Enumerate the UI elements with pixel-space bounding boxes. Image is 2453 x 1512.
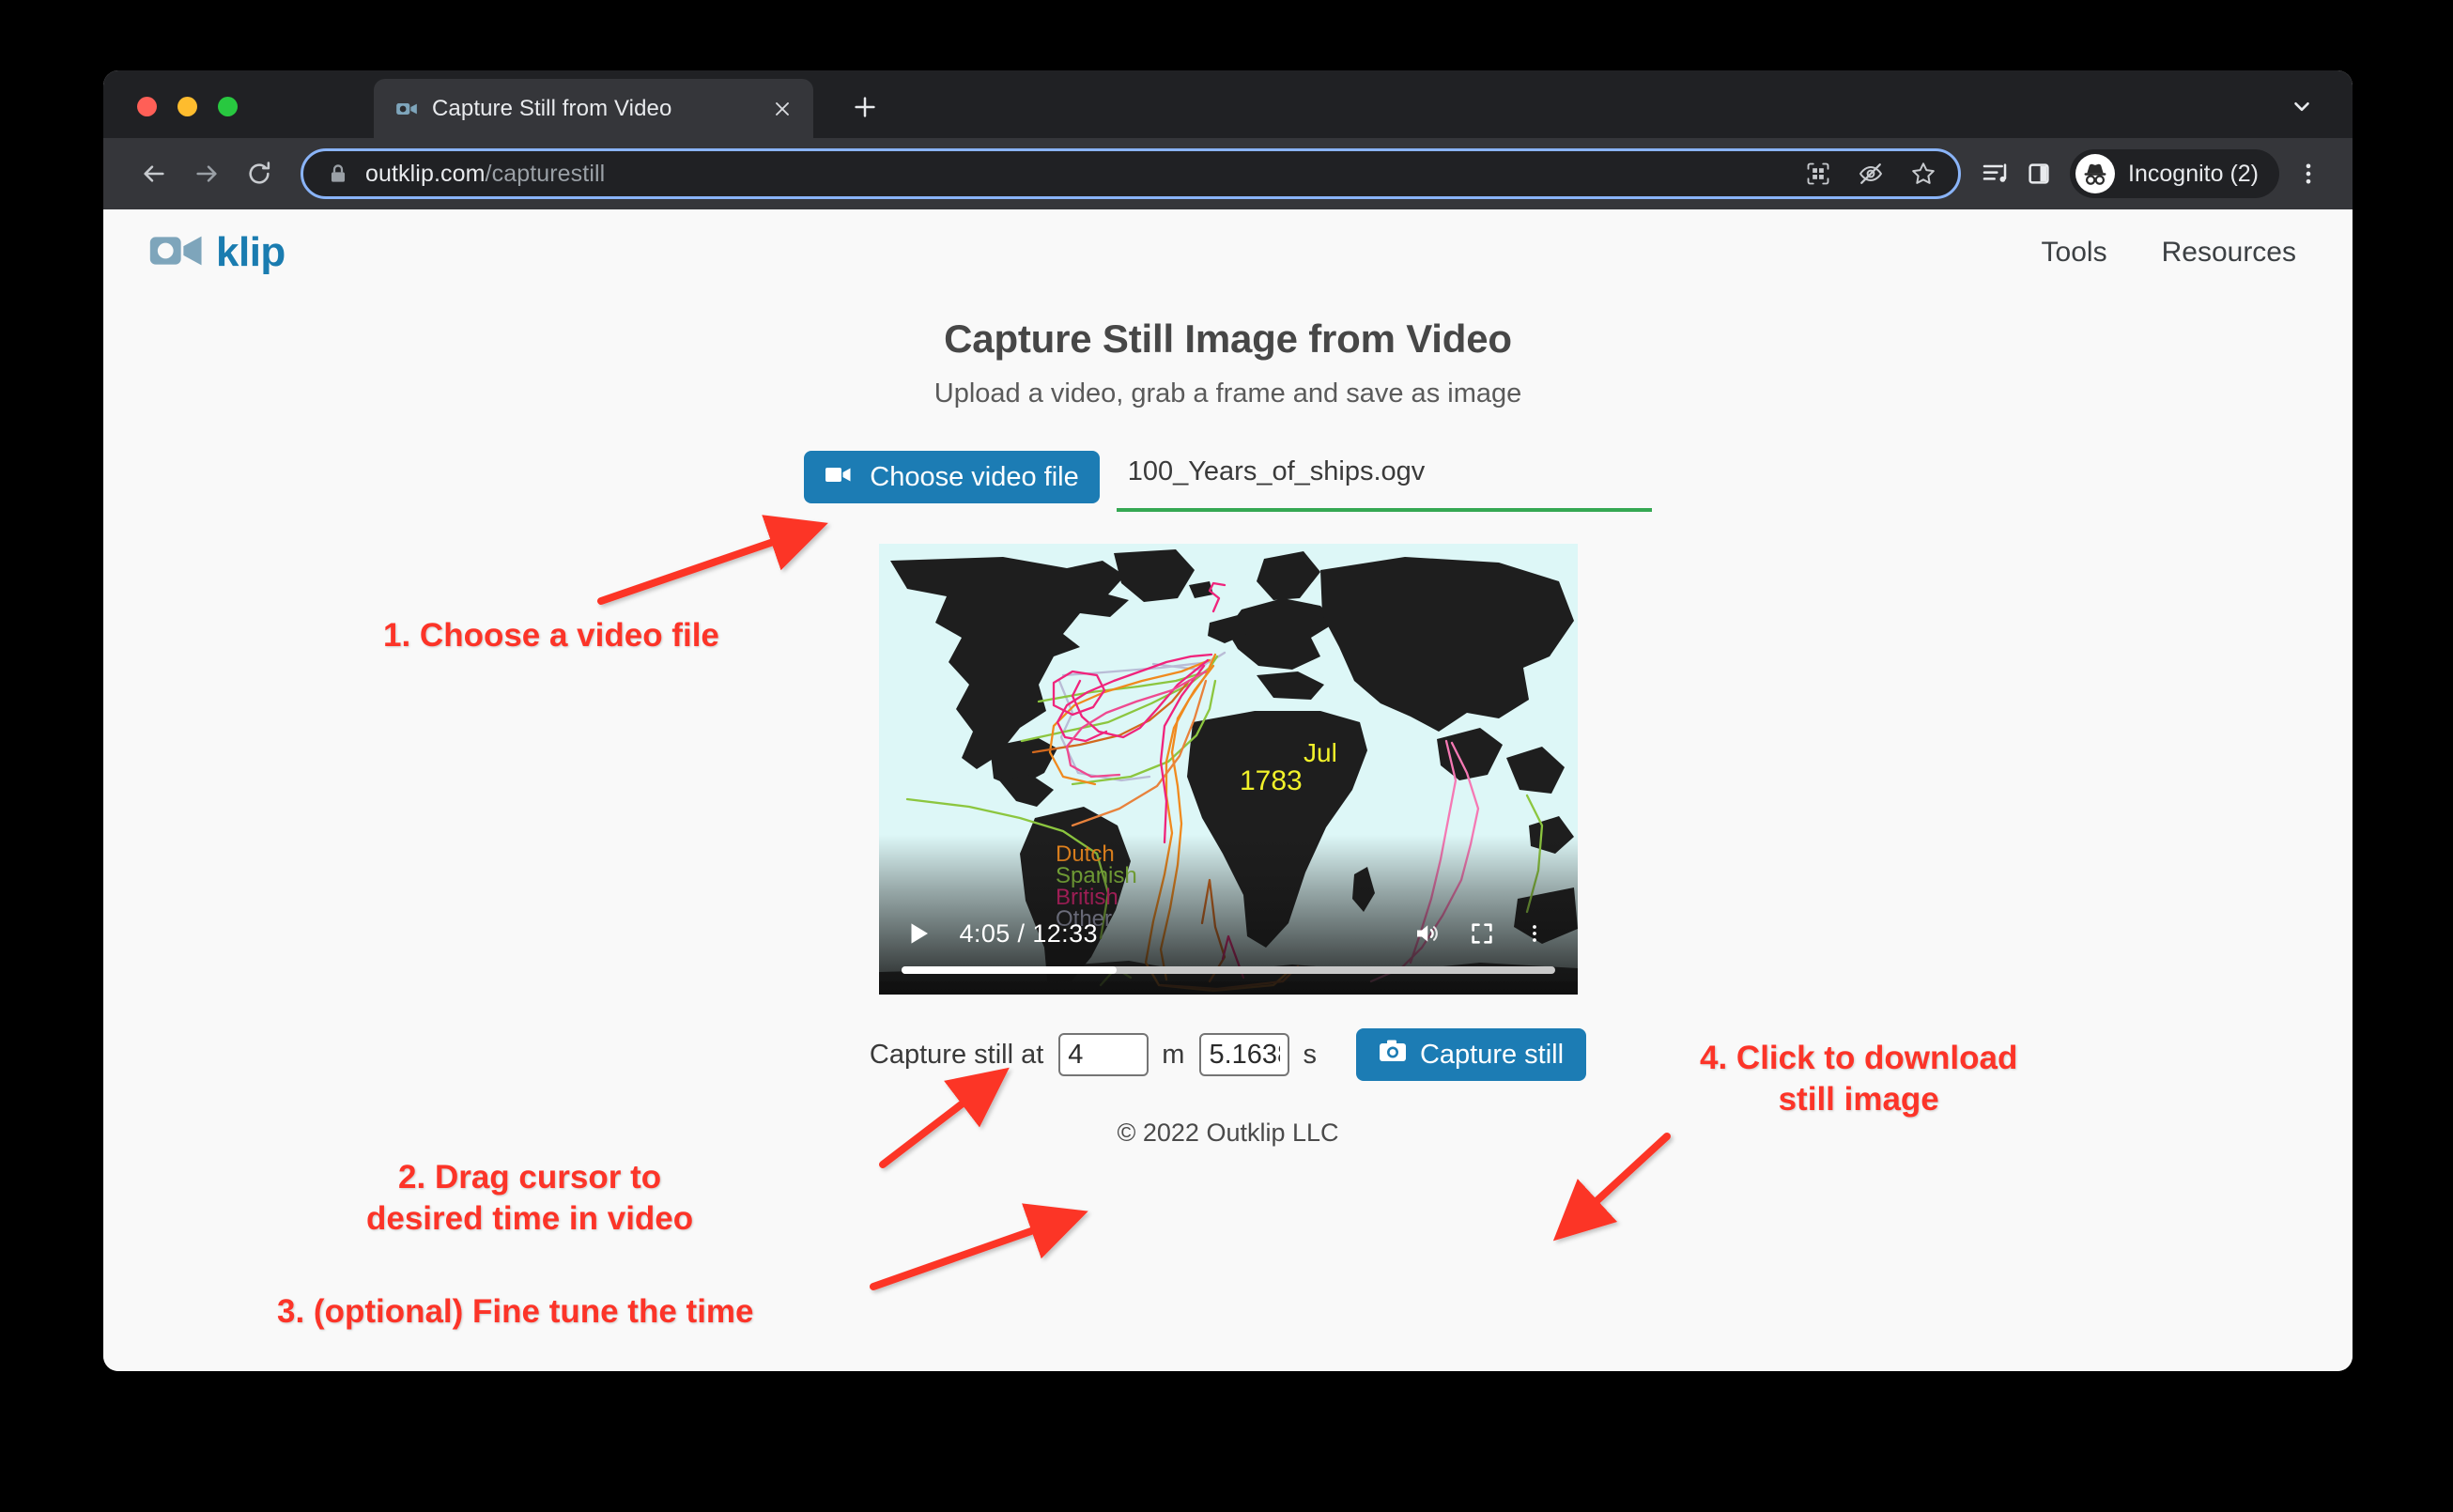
capture-still-button[interactable]: Capture still bbox=[1356, 1028, 1586, 1081]
url-path: /capturestill bbox=[486, 161, 606, 187]
window-traffic-lights bbox=[137, 97, 238, 116]
capture-still-label: Capture still at bbox=[870, 1040, 1043, 1071]
site-nav: Tools Resources bbox=[2042, 237, 2296, 269]
selected-file: 100_Years_of_ships.ogv bbox=[1117, 451, 1652, 519]
tab-title: Capture Still from Video bbox=[432, 96, 755, 122]
play-icon[interactable] bbox=[902, 917, 935, 950]
minimize-window-button[interactable] bbox=[177, 97, 197, 116]
eye-slash-icon[interactable] bbox=[1855, 158, 1887, 190]
screenshot-root: Capture Still from Video bbox=[0, 0, 2453, 1512]
file-picker-row: Choose video file 100_Years_of_ships.ogv bbox=[103, 451, 2353, 519]
close-window-button[interactable] bbox=[137, 97, 157, 116]
choose-video-file-label: Choose video file bbox=[870, 462, 1078, 493]
lock-icon bbox=[326, 162, 350, 186]
page-subtitle: Upload a video, grab a frame and save as… bbox=[103, 378, 2353, 409]
video-year-label: 1783 bbox=[1240, 765, 1303, 796]
volume-on-icon[interactable] bbox=[1412, 919, 1441, 948]
video-progress-fill bbox=[902, 966, 1118, 974]
annotation-step-2: 2. Drag cursor to desired time in video bbox=[366, 1157, 693, 1240]
video-controls: 4:05 / 12:33 bbox=[879, 908, 1578, 959]
annotation-step-1: 1. Choose a video file bbox=[383, 615, 719, 656]
video-camera-icon bbox=[148, 229, 207, 277]
incognito-hat-icon bbox=[2075, 154, 2115, 193]
media-list-icon[interactable] bbox=[1974, 152, 2017, 195]
qr-code-icon[interactable] bbox=[1802, 158, 1834, 190]
page-title: Capture Still Image from Video bbox=[103, 316, 2353, 362]
fullscreen-icon[interactable] bbox=[1469, 920, 1495, 947]
minutes-unit-label: m bbox=[1162, 1040, 1184, 1071]
choose-video-file-button[interactable]: Choose video file bbox=[804, 451, 1099, 503]
profile-chip[interactable]: Incognito (2) bbox=[2070, 149, 2279, 198]
annotation-step-4: 4. Click to download still image bbox=[1700, 1038, 2017, 1120]
file-underline bbox=[1117, 508, 1652, 512]
browser-tab[interactable]: Capture Still from Video bbox=[374, 79, 813, 138]
maximize-window-button[interactable] bbox=[218, 97, 238, 116]
url-domain: outklip.com bbox=[365, 161, 486, 187]
video-controls-right bbox=[1412, 919, 1546, 948]
seconds-unit-label: s bbox=[1303, 1040, 1317, 1071]
chevron-down-icon[interactable] bbox=[2283, 87, 2321, 125]
side-panel-icon[interactable] bbox=[2017, 152, 2060, 195]
three-dots-vertical-icon[interactable] bbox=[2287, 152, 2330, 195]
forward-button[interactable] bbox=[180, 147, 233, 200]
capture-minutes-input[interactable] bbox=[1058, 1033, 1149, 1076]
footer-copyright: © 2022 Outklip LLC bbox=[103, 1119, 2353, 1148]
site-logo[interactable]: klip bbox=[148, 229, 285, 277]
selected-filename: 100_Years_of_ships.ogv bbox=[1117, 451, 1652, 508]
video-time-display: 4:05 / 12:33 bbox=[960, 919, 1098, 949]
tab-strip: Capture Still from Video bbox=[103, 70, 2353, 138]
star-icon[interactable] bbox=[1907, 158, 1939, 190]
profile-label: Incognito (2) bbox=[2128, 161, 2259, 188]
omnibox-icons bbox=[1802, 158, 1939, 190]
three-dots-vertical-icon[interactable] bbox=[1523, 922, 1546, 945]
nav-link-tools[interactable]: Tools bbox=[2042, 237, 2107, 269]
video-camera-icon bbox=[394, 97, 419, 121]
logo-text: klip bbox=[216, 229, 285, 276]
video-progress-bar[interactable] bbox=[902, 966, 1555, 974]
address-bar[interactable]: outklip.com/capturestill bbox=[301, 148, 1961, 199]
video-player[interactable]: 1783 Jul Dutch Spanish British Other 4:0… bbox=[879, 544, 1578, 995]
url-text: outklip.com/capturestill bbox=[365, 161, 1787, 188]
close-icon[interactable] bbox=[768, 95, 796, 123]
camera-icon bbox=[1379, 1039, 1407, 1071]
reload-button[interactable] bbox=[233, 147, 285, 200]
browser-toolbar: outklip.com/capturestill bbox=[103, 138, 2353, 209]
capture-seconds-input[interactable] bbox=[1199, 1033, 1289, 1076]
nav-link-resources[interactable]: Resources bbox=[2162, 237, 2296, 269]
video-camera-icon bbox=[825, 462, 856, 493]
annotation-step-3: 3. (optional) Fine tune the time bbox=[277, 1291, 754, 1333]
video-month-label: Jul bbox=[1304, 738, 1337, 767]
site-header: klip Tools Resources bbox=[103, 209, 2353, 296]
back-button[interactable] bbox=[128, 147, 180, 200]
capture-still-button-label: Capture still bbox=[1420, 1040, 1564, 1071]
new-tab-button[interactable] bbox=[845, 87, 885, 127]
